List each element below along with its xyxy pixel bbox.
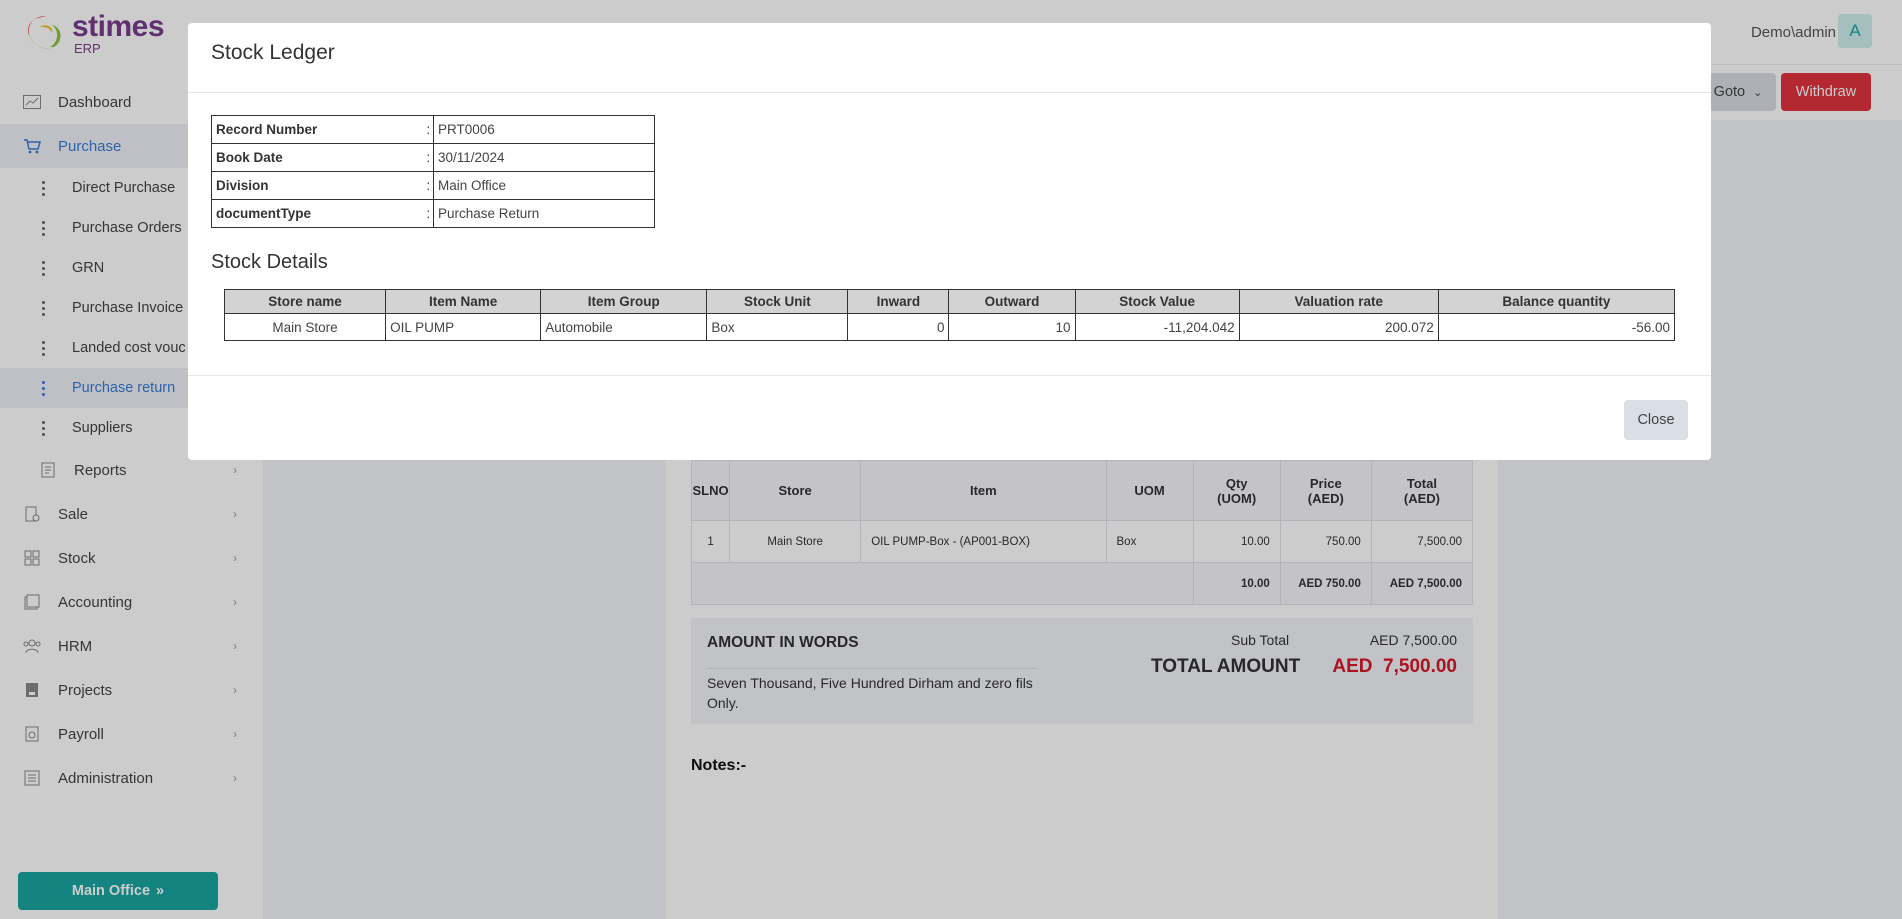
info-value: PRT0006	[433, 115, 655, 144]
info-value: Main Office	[433, 171, 655, 200]
info-row: documentType : Purchase Return	[211, 199, 655, 228]
info-row: Book Date : 30/11/2024	[211, 143, 655, 172]
modal-header: Stock Ledger	[188, 23, 1711, 93]
col-item-name: Item Name	[385, 289, 542, 314]
cell-store-name: Main Store	[223, 313, 387, 341]
stock-ledger-modal: Stock Ledger Record Number : PRT0006 Boo…	[188, 23, 1711, 460]
cell-stock-value: -11,204.042	[1074, 313, 1240, 341]
info-label: Record Number	[211, 115, 424, 144]
col-store-name: Store name	[223, 289, 387, 314]
stock-details-title: Stock Details	[211, 251, 328, 273]
cell-stock-unit: Box	[706, 313, 849, 341]
cell-balance-quantity: -56.00	[1437, 313, 1676, 341]
col-balance-quantity: Balance quantity	[1437, 289, 1676, 314]
close-button[interactable]: Close	[1624, 400, 1688, 440]
col-outward: Outward	[948, 289, 1076, 314]
modal-footer: Close	[188, 375, 1711, 460]
info-colon: :	[423, 143, 434, 172]
info-colon: :	[423, 171, 434, 200]
cell-inward: 0	[847, 313, 950, 341]
col-valuation-rate: Valuation rate	[1238, 289, 1439, 314]
table-row: Main Store OIL PUMP Automobile Box 0 10 …	[223, 313, 1676, 341]
info-label: documentType	[211, 199, 424, 228]
info-row: Division : Main Office	[211, 171, 655, 200]
col-stock-unit: Stock Unit	[706, 289, 849, 314]
info-label: Division	[211, 171, 424, 200]
col-stock-value: Stock Value	[1074, 289, 1240, 314]
cell-valuation-rate: 200.072	[1238, 313, 1439, 341]
col-inward: Inward	[847, 289, 950, 314]
cell-item-name: OIL PUMP	[385, 313, 542, 341]
info-value: Purchase Return	[433, 199, 655, 228]
stock-details-table: Store name Item Name Item Group Stock Un…	[223, 289, 1676, 341]
info-label: Book Date	[211, 143, 424, 172]
modal-title: Stock Ledger	[211, 41, 335, 64]
info-colon: :	[423, 115, 434, 144]
cell-outward: 10	[948, 313, 1076, 341]
info-row: Record Number : PRT0006	[211, 115, 655, 144]
col-item-group: Item Group	[540, 289, 708, 314]
info-value: 30/11/2024	[433, 143, 655, 172]
cell-item-group: Automobile	[540, 313, 708, 341]
info-colon: :	[423, 199, 434, 228]
record-info-table: Record Number : PRT0006 Book Date : 30/1…	[211, 115, 655, 228]
